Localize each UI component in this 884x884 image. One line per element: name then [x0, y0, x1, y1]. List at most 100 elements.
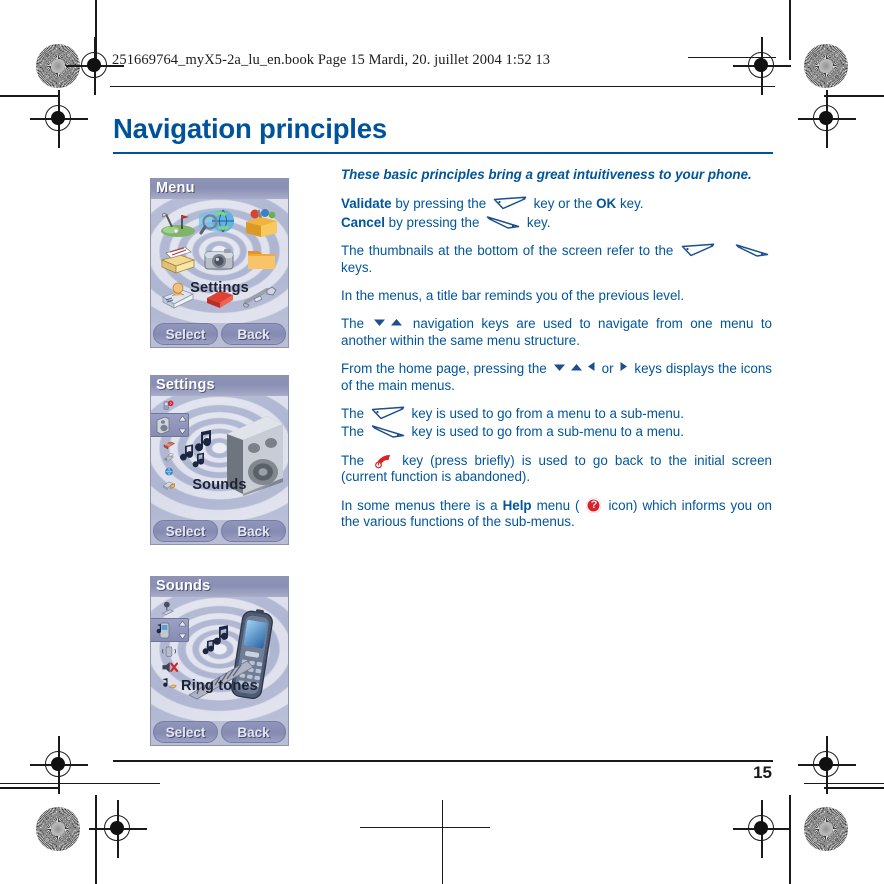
registration-crosshair-top-right-b: [798, 90, 856, 148]
alert-icon[interactable]: [156, 601, 182, 616]
gutter-line-right: [789, 795, 791, 884]
arrow-down-icon: [374, 319, 386, 327]
end-call-paragraph: The key (press briefly) is used to go ba…: [341, 453, 772, 486]
help-icon[interactable]: ?: [156, 400, 182, 411]
home-text-1: From the home page, pressing the: [341, 361, 551, 377]
ring-tones-icon: [156, 622, 169, 638]
manual-page: 251669764_myX5-2a_lu_en.book Page 15 Mar…: [0, 0, 884, 884]
softkey-left[interactable]: Select: [153, 721, 218, 743]
left-soft-key-glyph: [681, 243, 715, 257]
keys-icon[interactable]: [156, 452, 182, 463]
messages-icon: [160, 246, 196, 274]
screen-current-item-label: Sounds: [192, 477, 247, 493]
screen-title: Settings: [156, 377, 215, 393]
nav-text-2: navigation keys are used to navigate fro…: [341, 316, 773, 348]
golf-game-icon: [160, 212, 195, 237]
softkey-bar: Select Back: [151, 721, 288, 745]
screen-title: Sounds: [156, 578, 211, 594]
cancel-text-1: by pressing the: [384, 214, 484, 230]
softkey-right[interactable]: Back: [221, 323, 286, 345]
arrow-left-icon: [587, 362, 595, 372]
submenu-to-menu-line: The key is used to go from a sub-menu to…: [341, 424, 772, 440]
cancel-label: Cancel: [341, 214, 385, 230]
endcall-2: key (press briefly) is used to go back t…: [341, 452, 772, 485]
page-number: 15: [753, 763, 772, 782]
screen-canvas: Ring tones: [151, 597, 288, 721]
sub-to-menu-2: key is used to go from a sub-menu to a m…: [407, 424, 684, 440]
right-soft-key-glyph: [735, 244, 769, 257]
screen-title: Menu: [156, 180, 195, 196]
validate-label: Validate: [341, 196, 392, 212]
softkey-bar: Select Back: [151, 520, 288, 544]
phone-screenshot-sounds: Sounds Ring tones Select Back: [150, 576, 289, 746]
body-text-column: These basic principles bring a great int…: [341, 167, 772, 543]
registration-crosshair-top-right-a: [733, 37, 791, 95]
globe-search-icon: [199, 209, 235, 235]
title-divider: [113, 152, 773, 155]
thumbnails-paragraph: The thumbnails at the bottom of the scre…: [341, 243, 772, 276]
ring-tones-rail-item-selected[interactable]: [151, 617, 189, 642]
silent-mute-icon[interactable]: [156, 660, 182, 675]
crop-line-top-right-v: [789, 0, 791, 60]
registration-starburst-bottom-right: [804, 807, 848, 851]
end-call-key-icon: [375, 454, 391, 469]
thumbnails-text-2: keys.: [341, 259, 373, 275]
screen-titlebar: Menu: [151, 179, 288, 200]
screen-current-item-label: Ring tones: [181, 678, 258, 694]
registration-crosshair-bottom-left-b: [89, 800, 147, 858]
validate-text-1: by pressing the: [391, 196, 490, 212]
folder-icon: [248, 251, 276, 269]
phone-screenshot-menu: Menu Settings Select Back: [150, 178, 289, 348]
registration-crosshair-top-left-b: [30, 90, 88, 148]
right-soft-key-glyph: [371, 425, 405, 439]
softkey-bar: Select Back: [151, 323, 288, 347]
softkey-left[interactable]: Select: [153, 520, 218, 542]
screen-titlebar: Sounds: [151, 577, 288, 598]
gutter-line-left: [95, 795, 97, 884]
footer-divider: [113, 760, 773, 762]
trim-line-bottom-left: [0, 783, 160, 785]
screen-titlebar: Settings: [151, 376, 288, 397]
registration-crosshair-bottom-right-b: [733, 800, 791, 858]
arrow-up-icon: [570, 364, 582, 371]
toolbox-services-icon: [246, 209, 278, 237]
menu-to-submenu-line: The key is used to go from a menu to a s…: [341, 406, 772, 422]
home-text-2: or: [597, 361, 618, 377]
arrow-down-icon: [553, 364, 565, 372]
fold-line-bottom: [360, 827, 490, 829]
validate-text-3: key.: [616, 196, 644, 212]
registration-crosshair-bottom-left-a: [30, 736, 88, 794]
sounds-speaker-icon: [156, 416, 169, 435]
music-notes-icon: [202, 625, 229, 655]
page-title: Navigation principles: [113, 113, 387, 144]
vibrate-icon[interactable]: [156, 644, 182, 659]
help-1: In some menus there is a: [341, 497, 503, 513]
intro-paragraph: These basic principles bring a great int…: [341, 167, 752, 182]
scroll-arrows-icon: [177, 619, 187, 640]
navigation-keys-paragraph: The navigation keys are used to navigate…: [341, 316, 772, 349]
softkey-right[interactable]: Back: [221, 520, 286, 542]
main-menu-icon-grid: [157, 205, 282, 313]
display-icon[interactable]: [156, 439, 182, 450]
softkey-left[interactable]: Select: [153, 323, 218, 345]
help-label: Help: [502, 497, 532, 513]
trim-line-bottom-right: [804, 783, 884, 785]
book-slug-line: 251669764_myX5-2a_lu_en.book Page 15 Mar…: [112, 52, 551, 68]
nav-text-1: The: [341, 316, 372, 332]
ok-label: OK: [596, 196, 617, 212]
cancel-text-2: key.: [523, 214, 551, 230]
right-soft-key-glyph: [486, 216, 520, 229]
phone-screenshot-settings: Settings ? Sounds Select Back: [150, 375, 289, 545]
validate-text-2: key or the: [529, 196, 597, 212]
scroll-arrows-icon: [177, 415, 187, 435]
sub-to-menu-1: The: [341, 424, 368, 440]
registration-starburst-bottom-left: [36, 807, 80, 851]
screen-canvas: ? Sounds: [151, 396, 288, 520]
menu-to-sub-1: The: [341, 406, 368, 422]
network-icon[interactable]: [156, 466, 182, 477]
screen-current-item-label: Settings: [190, 280, 249, 296]
softkey-right[interactable]: Back: [221, 721, 286, 743]
sounds-rail-item-selected[interactable]: [151, 413, 189, 438]
left-soft-key-glyph: [371, 406, 405, 420]
validate-line: Validate by pressing the key or the OK k…: [341, 196, 772, 212]
